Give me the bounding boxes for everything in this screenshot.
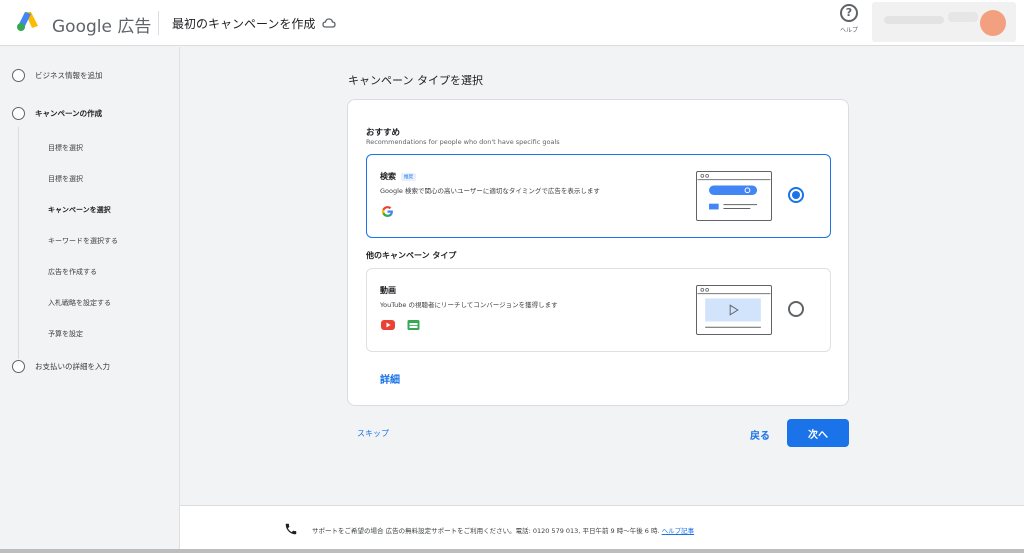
recommended-subtitle: Recommendations for people who don't hav… [366,138,560,146]
substep-goal-2[interactable]: 目標を選択 [48,174,83,184]
bottom-edge-bar [0,549,1024,553]
step-circle-icon [12,68,25,82]
top-header: Google 広告 最初のキャンペーンを作成 ? ヘルプ [0,0,1024,46]
phone-icon [285,523,297,535]
recommended-badge: 推奨 [401,172,416,181]
page-title: 最初のキャンペーンを作成 [172,17,316,31]
google-ads-logo-icon[interactable] [16,10,40,32]
progress-sidebar: ビジネス情報を追加 キャンペーンの作成 目標を選択 目標を選択 キャンペーンを選… [0,47,180,553]
next-button[interactable]: 次へ [787,419,849,447]
video-option-title: 動画 [380,286,396,295]
video-option-radio[interactable] [788,301,804,317]
video-option-title-row: 動画 [380,285,396,296]
substep-connector-line [18,127,19,359]
step-label: キャンペーンの作成 [35,108,103,118]
skip-link[interactable]: スキップ [357,428,389,439]
avatar[interactable] [980,10,1006,36]
video-illustration-icon [696,285,772,335]
footer-support-message: サポートをご希望の場合 広告の無料設定サポートをご利用ください。電話: 0120… [312,527,660,535]
search-option-title: 検索 [380,172,396,181]
help-label: ヘルプ [839,27,858,34]
account-name-blurred [884,16,944,24]
help-icon: ? [840,4,858,22]
step-label: お支払いの詳細を入力 [35,361,110,371]
cloud-save-icon [322,18,336,28]
google-g-icon [381,206,393,217]
step-payment[interactable]: お支払いの詳細を入力 [12,358,110,374]
youtube-icon [381,320,395,330]
substep-select-campaign[interactable]: キャンペーンを選択 [48,205,111,215]
search-illustration-icon [696,171,772,221]
substep-keywords[interactable]: キーワードを選択する [48,236,118,246]
account-id-blurred [948,12,978,22]
video-campaign-option[interactable]: 動画 YouTube の視聴者にリーチしてコンバージョンを獲得します [366,268,831,352]
account-switcher[interactable] [872,2,1016,42]
step-circle-icon [12,106,25,120]
footer-support-text: サポートをご希望の場合 広告の無料設定サポートをご利用ください。電話: 0120… [312,525,694,535]
step-circle-icon [12,359,25,373]
campaign-type-card: おすすめ Recommendations for people who don'… [347,99,849,406]
step-label: ビジネス情報を追加 [35,70,103,80]
substep-bidding[interactable]: 入札戦略を設定する [48,298,111,308]
search-campaign-option[interactable]: 検索 推奨 Google 検索で関心の高いユーザーに適切なタイミングで広告を表示… [366,154,831,238]
substep-goal-1[interactable]: 目標を選択 [48,143,83,153]
step-create-campaign[interactable]: キャンペーンの作成 [12,105,102,121]
section-title: キャンペーン タイプを選択 [348,74,483,87]
back-button[interactable]: 戻る [744,426,776,442]
help-article-link[interactable]: ヘルプ記事 [662,527,695,535]
recommended-title: おすすめ [366,128,401,138]
substep-budget[interactable]: 予算を設定 [48,329,83,339]
brand-name: Google 広告 [52,17,152,37]
video-option-description: YouTube の視聴者にリーチしてコンバージョンを獲得します [380,301,558,309]
details-link[interactable]: 詳細 [380,371,400,386]
substep-create-ad[interactable]: 広告を作成する [48,267,97,277]
display-network-icon [407,320,420,330]
help-button[interactable]: ? ヘルプ [836,4,862,34]
header-divider [158,11,159,35]
search-option-radio[interactable] [788,187,804,203]
search-option-title-row: 検索 推奨 [380,171,416,182]
other-campaign-types-title: 他のキャンペーン タイプ [366,251,457,260]
search-option-description: Google 検索で関心の高いユーザーに適切なタイミングで広告を表示します [380,187,600,195]
step-business-info[interactable]: ビジネス情報を追加 [12,67,103,83]
support-footer: サポートをご希望の場合 広告の無料設定サポートをご利用ください。電話: 0120… [180,505,1024,553]
